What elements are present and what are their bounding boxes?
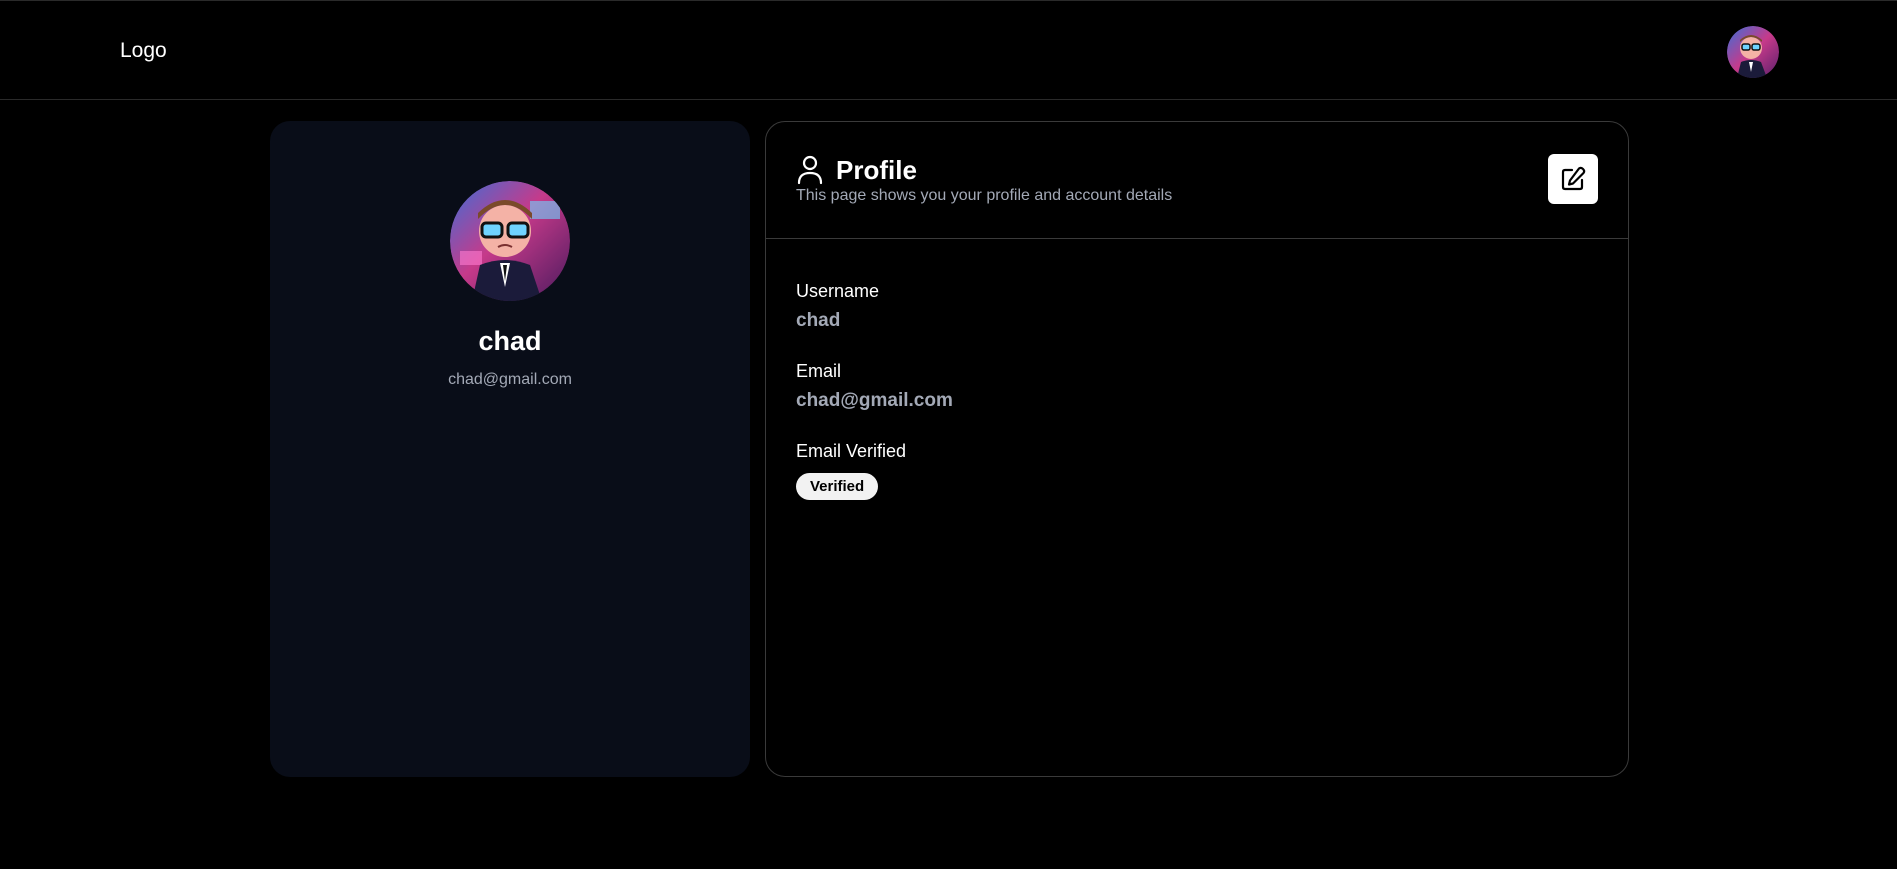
- logo[interactable]: Logo: [120, 39, 167, 63]
- profile-details-card: Profile This page shows you your profile…: [765, 121, 1629, 777]
- page-title: Profile: [836, 155, 917, 185]
- header-avatar[interactable]: [1727, 26, 1779, 78]
- edit-profile-button[interactable]: [1548, 154, 1598, 204]
- email-label: Email: [796, 361, 842, 381]
- email-verified-label: Email Verified: [796, 441, 907, 461]
- email-value: chad@gmail.com: [796, 390, 953, 411]
- verified-badge: Verified: [796, 473, 879, 500]
- user-summary-card: chad chad@gmail.com: [270, 121, 750, 777]
- username-label: Username: [796, 281, 880, 301]
- profile-header: Profile This page shows you your profile…: [766, 122, 1628, 239]
- user-icon: [796, 155, 824, 185]
- username-value: chad: [796, 310, 841, 331]
- page-subtitle: This page shows you your profile and acc…: [796, 187, 1173, 204]
- user-email: chad@gmail.com: [448, 371, 572, 388]
- user-name: chad: [478, 326, 542, 356]
- top-navbar: Logo: [0, 0, 1897, 100]
- profile-avatar: [450, 181, 570, 301]
